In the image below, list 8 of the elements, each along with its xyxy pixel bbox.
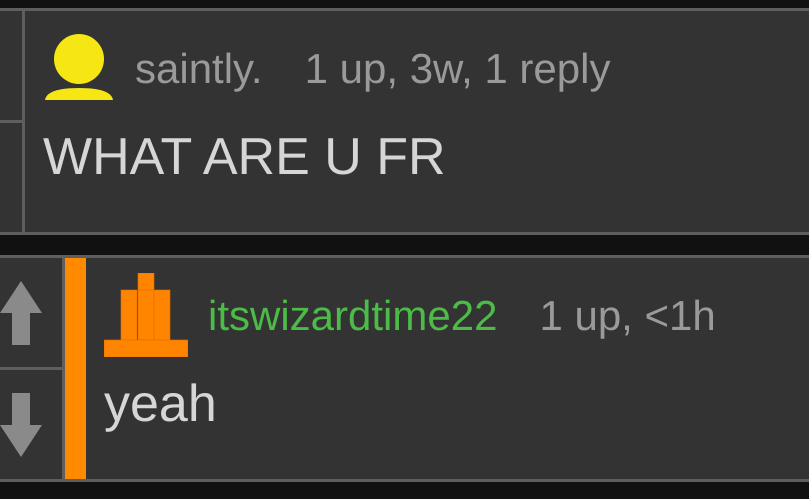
- comment-text: WHAT ARE U FR: [43, 131, 447, 183]
- downvote-arrow-icon[interactable]: [0, 392, 42, 456]
- comment-meta: 1 up, 3w, 1 reply: [304, 44, 610, 94]
- comment-text: yeah: [104, 378, 218, 430]
- upvote-arrow-icon[interactable]: [0, 280, 42, 344]
- username-link[interactable]: saintly.: [135, 36, 263, 100]
- comment-meta: 1 up, <1h: [539, 290, 716, 341]
- username-link[interactable]: itswizardtime22: [208, 284, 498, 346]
